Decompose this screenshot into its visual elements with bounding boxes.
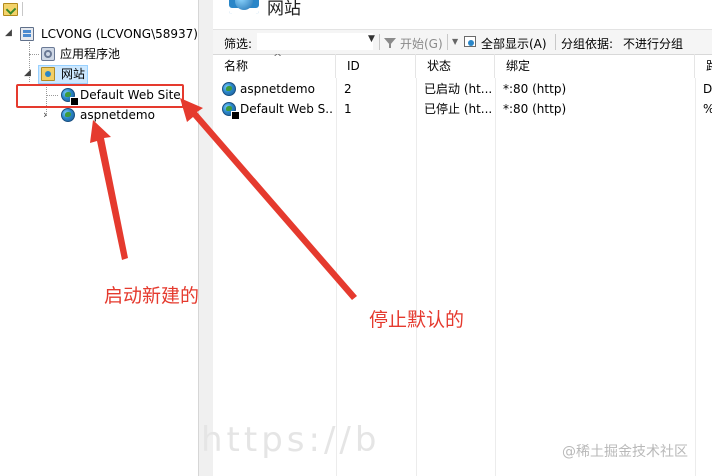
- annotation-arrows: [90, 98, 357, 300]
- arrow-to-aspnetdemo: [90, 120, 128, 260]
- watermark-url: https://b: [201, 420, 381, 460]
- watermark-juejin: @稀土掘金技术社区: [562, 444, 688, 460]
- arrow-to-default-web-site: [180, 98, 357, 300]
- annotation-start-new: 启动新建的: [104, 285, 200, 307]
- annotation-stop-default: 停止默认的: [369, 309, 465, 331]
